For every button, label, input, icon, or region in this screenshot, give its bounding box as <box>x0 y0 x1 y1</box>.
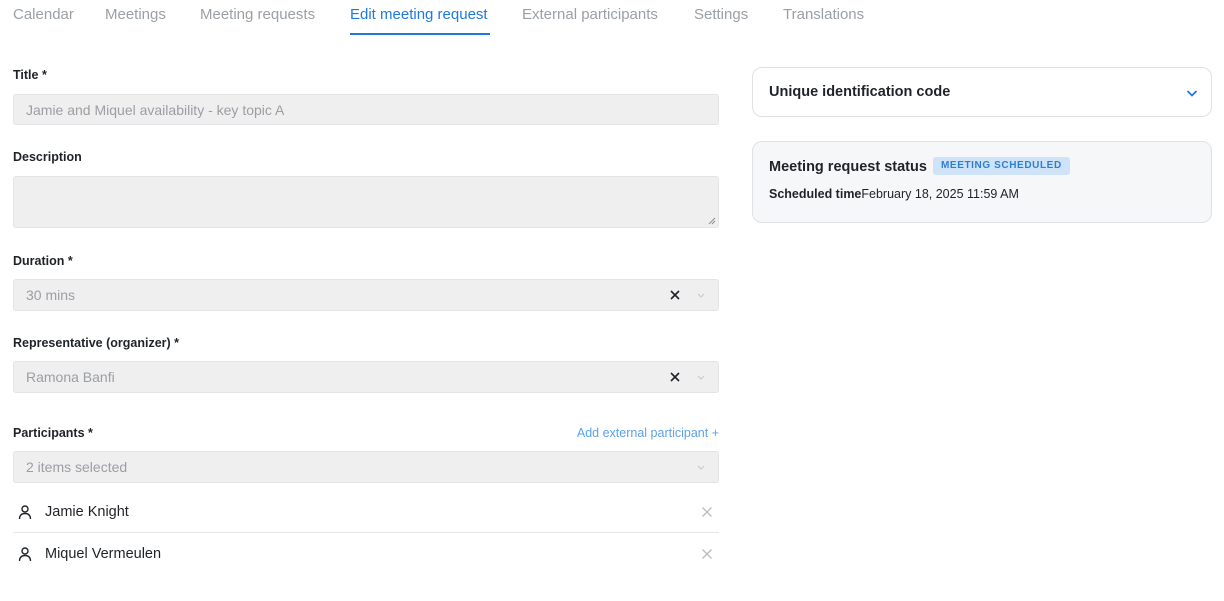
status-badge: MEETING SCHEDULED <box>933 157 1070 175</box>
status-title: Meeting request status <box>769 159 927 175</box>
duration-select[interactable]: 30 mins <box>13 279 719 311</box>
participants-select[interactable]: 2 items selected <box>13 451 719 483</box>
close-icon[interactable] <box>669 371 681 383</box>
chevron-down-icon[interactable] <box>696 462 706 472</box>
representative-select[interactable]: Ramona Banfi <box>13 361 719 393</box>
remove-participant-icon[interactable] <box>701 548 713 560</box>
title-input-value: Jamie and Miquel availability - key topi… <box>26 101 285 118</box>
title-label: Title * <box>13 68 47 82</box>
tab-settings[interactable]: Settings <box>694 6 748 23</box>
participant-name: Jamie Knight <box>45 504 129 520</box>
tab-edit-meeting-request[interactable]: Edit meeting request <box>350 6 488 23</box>
unique-id-title: Unique identification code <box>769 84 951 100</box>
unique-id-accordion[interactable]: Unique identification code <box>752 67 1212 117</box>
tab-translations[interactable]: Translations <box>783 6 864 23</box>
participants-label: Participants * <box>13 426 93 440</box>
description-textarea[interactable] <box>13 176 719 228</box>
active-tab-indicator <box>350 33 490 35</box>
participants-select-value: 2 items selected <box>26 459 128 475</box>
list-item: Miquel Vermeulen <box>13 533 719 575</box>
chevron-down-icon[interactable] <box>1185 86 1199 100</box>
duration-value: 30 mins <box>26 287 76 303</box>
tab-meetings[interactable]: Meetings <box>105 6 166 23</box>
chevron-down-icon[interactable] <box>696 372 706 382</box>
tab-calendar[interactable]: Calendar <box>13 6 74 23</box>
remove-participant-icon[interactable] <box>701 506 713 518</box>
user-icon <box>18 505 32 520</box>
representative-label: Representative (organizer) * <box>13 336 180 350</box>
tab-external-participants[interactable]: External participants <box>522 6 658 23</box>
status-card: Meeting request status MEETING SCHEDULED… <box>752 141 1212 223</box>
participant-name: Miquel Vermeulen <box>45 546 162 562</box>
description-label: Description <box>13 150 82 164</box>
chevron-down-icon[interactable] <box>696 290 706 300</box>
close-icon[interactable] <box>669 289 681 301</box>
duration-label: Duration * <box>13 254 73 268</box>
scheduled-time-value: February 18, 2025 11:59 AM <box>861 187 1019 201</box>
tab-bar: Calendar Meetings Meeting requests Edit … <box>0 0 1224 36</box>
scheduled-time: Scheduled timeFebruary 18, 2025 11:59 AM <box>769 187 1019 201</box>
resize-handle-icon[interactable] <box>708 217 716 225</box>
add-external-participant-link[interactable]: Add external participant + <box>577 426 719 440</box>
tab-meeting-requests[interactable]: Meeting requests <box>200 6 315 23</box>
user-icon <box>18 547 32 562</box>
representative-value: Ramona Banfi <box>26 369 115 385</box>
list-item: Jamie Knight <box>13 491 719 533</box>
scheduled-time-label: Scheduled time <box>769 187 862 201</box>
title-input[interactable]: Jamie and Miquel availability - key topi… <box>13 94 719 125</box>
